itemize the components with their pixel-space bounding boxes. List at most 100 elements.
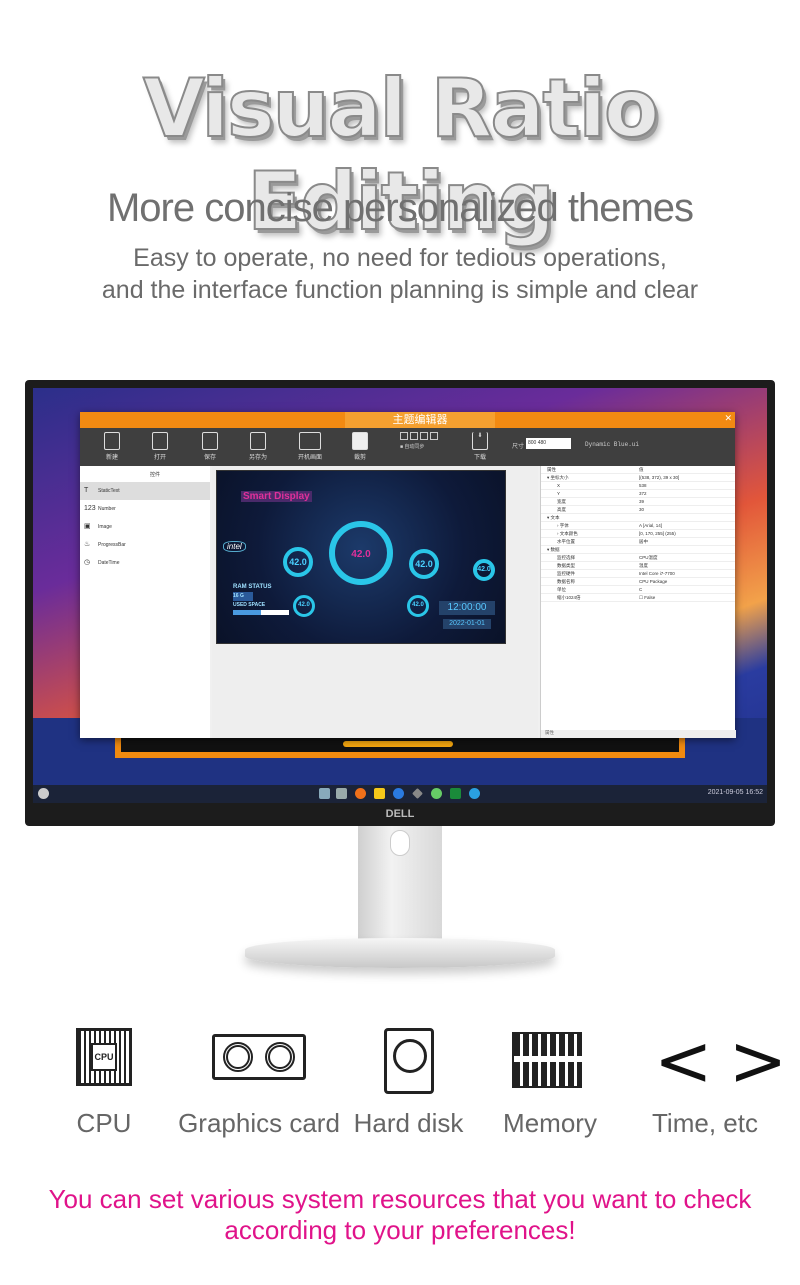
mail-icon[interactable] xyxy=(374,788,385,799)
boot-screen-button[interactable]: 开机画面 xyxy=(290,432,330,461)
brand-logo: DELL xyxy=(385,808,415,820)
component-progressbar[interactable]: ♨ ProgressBar xyxy=(80,536,210,554)
description-line-1: Easy to operate, no need for tedious ope… xyxy=(133,244,667,272)
number-icon: 123 xyxy=(84,505,96,512)
taskbar-app-icon[interactable] xyxy=(431,788,442,799)
property-row[interactable]: 水平位置 居中 xyxy=(541,538,735,546)
property-row[interactable]: ▾ 坐标大小 [(538, 372), 39 x 30] xyxy=(541,474,735,482)
memory-icon xyxy=(512,1032,584,1088)
value-header: 值 xyxy=(639,467,644,472)
footer-line-1: You can set various system resources tha… xyxy=(48,1184,752,1214)
component-label: DateTime xyxy=(98,560,120,566)
property-key: 数据类型 xyxy=(557,563,575,568)
component-label: StaticText xyxy=(98,488,120,494)
property-key: 水平位置 xyxy=(557,539,575,544)
component-image[interactable]: ▣ Image xyxy=(80,518,210,536)
component-number[interactable]: 123 Number xyxy=(80,500,210,518)
property-value: Intel Core i7-7700 xyxy=(639,571,675,576)
theme-editor-window: 主题编辑器 ✕ 新建 打开 保存 另存为 开机画面 裁剪 ■ 自动同步 ⬇ 下载 … xyxy=(80,412,736,738)
new-button[interactable]: 新建 xyxy=(92,432,132,461)
property-key: 单位 xyxy=(557,587,566,592)
save-button[interactable]: 保存 xyxy=(190,432,230,461)
preview-time: 12:00:00 xyxy=(439,601,495,615)
property-row[interactable]: 单位 C xyxy=(541,586,735,594)
components-panel: 控件 T StaticText 123 Number ▣ Image ♨ Progres… xyxy=(80,466,210,738)
component-label: ProgressBar xyxy=(98,542,126,548)
property-row[interactable]: X 538 xyxy=(541,482,735,490)
start-icon[interactable] xyxy=(38,788,49,799)
component-label: Image xyxy=(98,524,112,530)
components-header: 控件 xyxy=(150,472,161,478)
ram-status: RAM STATUS 16 G USED SPACE xyxy=(233,583,289,615)
component-datetime[interactable]: ◷ DateTime xyxy=(80,554,210,572)
property-row[interactable]: 宽度 39 xyxy=(541,498,735,506)
property-row[interactable]: 数据类型 温度 xyxy=(541,562,735,570)
component-label: Number xyxy=(98,506,116,512)
property-value: 居中 xyxy=(639,539,648,544)
taskbar-clock: 2021-09-05 16:52 xyxy=(707,789,763,796)
edge-icon[interactable] xyxy=(469,788,480,799)
property-row[interactable]: 数据名称 CPU Package xyxy=(541,578,735,586)
text-icon: T xyxy=(84,487,89,494)
crop-label: 裁剪 xyxy=(353,455,366,461)
property-key: 缩小1024倍 xyxy=(557,595,581,600)
feature-label-time: Time, etc xyxy=(652,1108,758,1138)
gauge: 42.0 xyxy=(409,549,439,579)
property-value: 538 xyxy=(639,483,647,488)
property-row[interactable]: 监控选择 CPU温度 xyxy=(541,554,735,562)
property-key: ▾ 文本 xyxy=(547,515,560,520)
firefox-icon[interactable] xyxy=(355,788,366,799)
feature-label-memory: Memory xyxy=(503,1108,597,1138)
ram-status-label: RAM STATUS xyxy=(233,584,272,590)
image-icon: ▣ xyxy=(84,523,91,530)
download-button[interactable]: ⬇ 下载 xyxy=(460,432,500,461)
property-key: 数据名称 xyxy=(557,579,575,584)
description-line-2: and the interface function planning is s… xyxy=(101,276,699,304)
browser-icon[interactable] xyxy=(393,788,404,799)
property-row[interactable]: 高度 30 xyxy=(541,506,735,514)
open-button[interactable]: 打开 xyxy=(140,432,180,461)
clock-icon: ◷ xyxy=(84,559,91,566)
code-brackets-icon: <> xyxy=(654,1020,800,1102)
gauge: 42.0 xyxy=(407,595,429,617)
property-key: X xyxy=(557,483,561,488)
save-label: 保存 xyxy=(203,455,216,461)
property-key: › 字体 xyxy=(557,523,569,528)
size-select[interactable]: 800 480 xyxy=(526,438,571,449)
window-title: 主题编辑器 xyxy=(345,412,495,428)
property-row[interactable]: ▾ 数据 xyxy=(541,546,735,554)
new-label: 新建 xyxy=(105,455,118,461)
properties-tab[interactable]: 属性 xyxy=(541,730,736,738)
subtitle: More concise personalized themes xyxy=(106,186,694,230)
property-row[interactable]: Y 372 xyxy=(541,490,735,498)
property-value: C xyxy=(639,587,643,592)
taskbar-app-icon[interactable] xyxy=(319,788,330,799)
taskbar-app-icon[interactable] xyxy=(336,788,347,799)
property-value: 温度 xyxy=(639,563,648,568)
close-icon[interactable]: ✕ xyxy=(724,413,732,424)
theme-frame-glow xyxy=(343,741,453,747)
property-row[interactable]: ▾ 文本 xyxy=(541,514,735,522)
terminal-icon[interactable] xyxy=(450,788,461,799)
feature-label-graphics-card: Graphics card xyxy=(178,1108,340,1138)
preview-title: Smart Display xyxy=(241,491,312,502)
theme-preview[interactable]: Smart Display intel 42.0 42.0 42.0 42.0 … xyxy=(216,470,506,644)
save-as-button[interactable]: 另存为 xyxy=(238,432,278,461)
property-row[interactable]: › 字体 A [Arial, 14] xyxy=(541,522,735,530)
property-key: 宽度 xyxy=(557,499,566,504)
property-key: Y xyxy=(557,491,561,496)
property-row[interactable]: › 文本颜色 [0, 170, 255] (255) xyxy=(541,530,735,538)
property-key: ▾ 数据 xyxy=(547,547,560,552)
footer-line-2: according to your preferences! xyxy=(224,1215,576,1245)
property-row[interactable]: 监控硬件 Intel Core i7-7700 xyxy=(541,570,735,578)
graphics-card-icon xyxy=(212,1034,306,1080)
main-gauge: 42.0 xyxy=(329,521,393,585)
property-row[interactable]: 缩小1024倍 ☐ False xyxy=(541,594,735,602)
crop-button[interactable]: 裁剪 xyxy=(340,432,380,461)
property-value: ☐ False xyxy=(639,595,656,600)
property-key: 监控选择 xyxy=(557,555,575,560)
open-label: 打开 xyxy=(153,455,166,461)
component-statictext[interactable]: T StaticText xyxy=(80,482,210,500)
auto-sync-checkbox[interactable]: ■ 自动同步 xyxy=(400,432,438,450)
property-key: 高度 xyxy=(557,507,566,512)
